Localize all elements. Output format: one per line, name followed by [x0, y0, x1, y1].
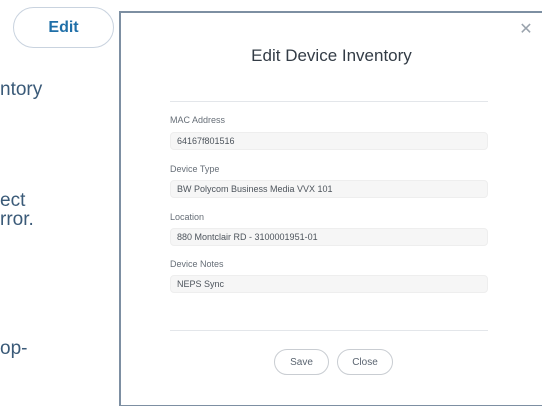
mac-address-field[interactable]: 64167f801516	[170, 132, 488, 150]
edit-button[interactable]: Edit	[13, 7, 114, 48]
background-text-line: op-	[0, 338, 28, 359]
save-button[interactable]: Save	[274, 349, 329, 375]
location-label: Location	[170, 212, 205, 222]
close-icon[interactable]: ✕	[518, 22, 534, 38]
background-text-line: rror.	[0, 209, 34, 230]
close-button[interactable]: Close	[337, 349, 393, 375]
edit-device-inventory-modal: ✕ Edit Device Inventory MAC Address 6416…	[119, 11, 542, 406]
location-field[interactable]: 880 Montclair RD - 3100001951-01	[170, 228, 488, 246]
divider	[170, 101, 488, 102]
divider	[170, 330, 488, 331]
device-type-field[interactable]: BW Polycom Business Media VVX 101	[170, 180, 488, 198]
background-text-line: ntory	[0, 79, 43, 100]
device-notes-field[interactable]: NEPS Sync	[170, 275, 488, 293]
screen: Edit ntory ect rror. op- ✕ Edit Device I…	[0, 0, 542, 406]
modal-title: Edit Device Inventory	[251, 46, 412, 65]
device-notes-label: Device Notes	[170, 259, 224, 269]
device-type-label: Device Type	[170, 164, 220, 174]
mac-address-label: MAC Address	[170, 115, 226, 125]
